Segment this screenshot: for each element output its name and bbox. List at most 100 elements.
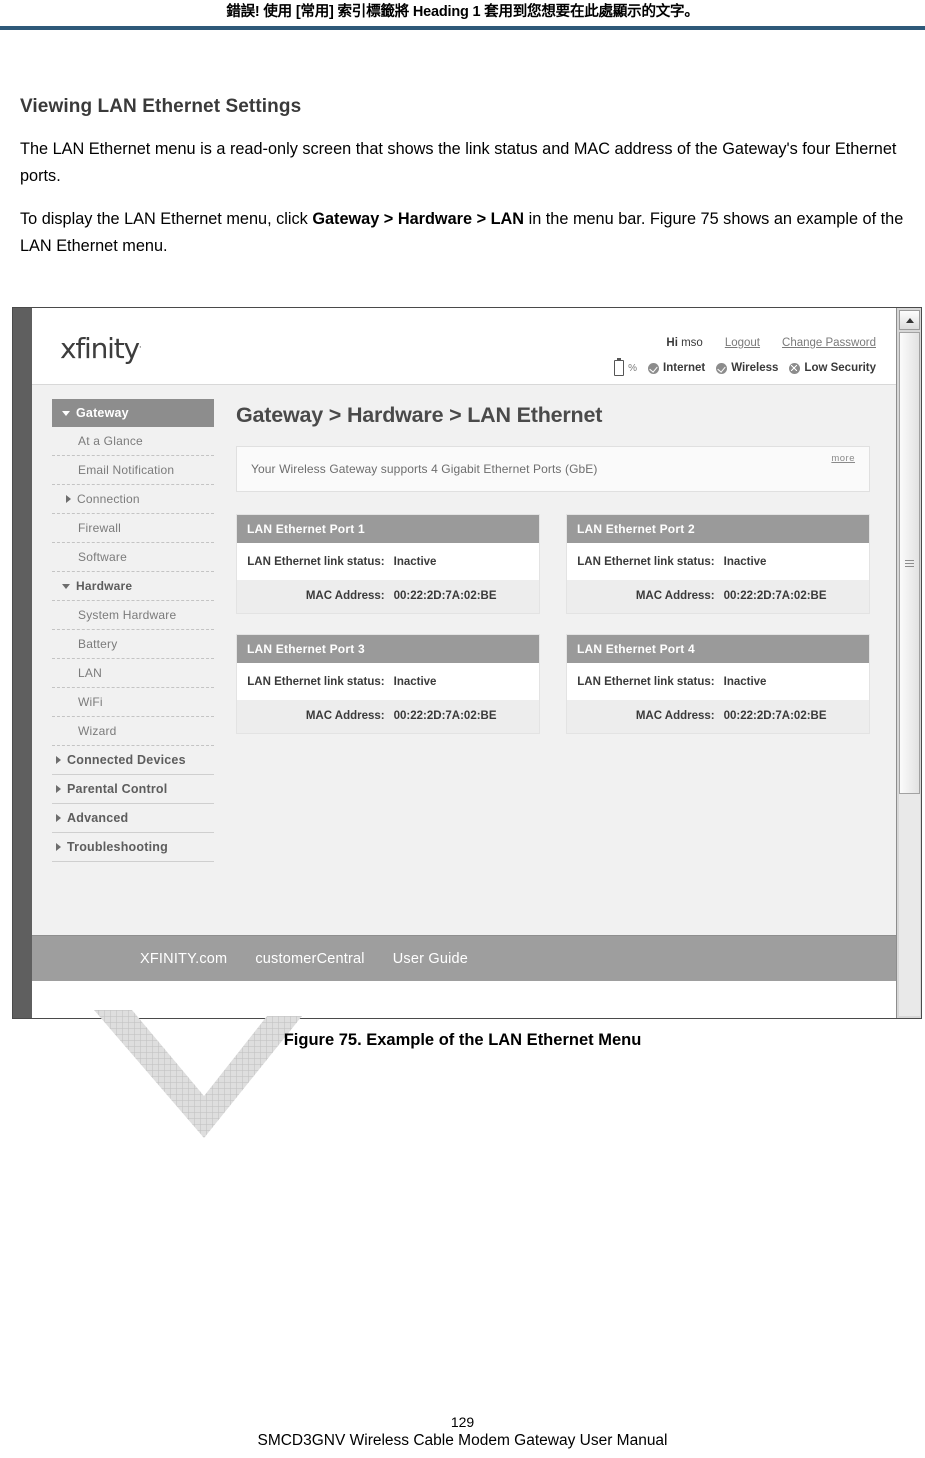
- sidebar-item-firewall[interactable]: Firewall: [52, 514, 214, 543]
- lan-port-card: LAN Ethernet Port 4 LAN Ethernet link st…: [566, 634, 870, 734]
- footer-link-xfinity-com[interactable]: XFINITY.com: [140, 951, 227, 967]
- sidebar-item-label: LAN: [78, 666, 102, 680]
- figure-caption: Figure 75. Example of the LAN Ethernet M…: [283, 1031, 642, 1049]
- sidebar-item-battery[interactable]: Battery: [52, 630, 214, 659]
- sidebar-item-label: At a Glance: [78, 434, 143, 448]
- mac-address-label: MAC Address:: [635, 590, 715, 602]
- sidebar-item-wizard[interactable]: Wizard: [52, 717, 214, 746]
- sidebar-item-label: System Hardware: [78, 608, 177, 622]
- paragraph-intro: The LAN Ethernet menu is a read-only scr…: [20, 140, 897, 185]
- sidebar-item-gateway[interactable]: Gateway: [52, 399, 214, 427]
- link-status-value: Inactive: [723, 676, 767, 688]
- menu-path-bold: Gateway > Hardware > LAN: [312, 210, 525, 228]
- figure-screenshot: xfinity. Hi mso Logout Change Password %…: [12, 307, 922, 1019]
- grip-icon: [905, 559, 914, 567]
- change-password-link[interactable]: Change Password: [782, 337, 876, 349]
- header-divider-rule: [0, 26, 925, 30]
- check-circle-icon: [648, 362, 660, 374]
- caret-right-icon: [56, 785, 61, 793]
- sidebar-nav: Gateway At a Glance Email Notification C…: [32, 385, 232, 935]
- account-links-row: Hi mso Logout Change Password: [666, 337, 876, 349]
- mac-address-row: MAC Address: 00:22:2D:7A:02:BE: [567, 580, 869, 613]
- sidebar-item-label: Connection: [77, 492, 140, 506]
- sidebar-item-software[interactable]: Software: [52, 543, 214, 572]
- scrollbar-thumb[interactable]: [899, 332, 920, 794]
- logout-link[interactable]: Logout: [725, 337, 760, 349]
- footer-link-user-guide[interactable]: User Guide: [393, 951, 468, 967]
- document-body: Viewing LAN Ethernet Settings The LAN Et…: [20, 96, 905, 276]
- mac-address-value: 00:22:2D:7A:02:BE: [723, 590, 827, 602]
- sidebar-item-system-hardware[interactable]: System Hardware: [52, 601, 214, 630]
- sidebar-item-troubleshooting[interactable]: Troubleshooting: [52, 833, 214, 862]
- status-wireless-label: Wireless: [731, 362, 779, 374]
- lan-port-card: LAN Ethernet Port 3 LAN Ethernet link st…: [236, 634, 540, 734]
- sidebar-item-advanced[interactable]: Advanced: [52, 804, 214, 833]
- lan-port-card: LAN Ethernet Port 1 LAN Ethernet link st…: [236, 514, 540, 614]
- paragraph-instructions: To display the LAN Ethernet menu, click …: [20, 206, 905, 260]
- greeting: Hi mso: [666, 337, 702, 349]
- router-footer: XFINITY.com customerCentral User Guide: [32, 935, 896, 981]
- sidebar-item-label: Firewall: [78, 521, 121, 535]
- sidebar-item-hardware[interactable]: Hardware: [52, 572, 214, 601]
- info-banner: Your Wireless Gateway supports 4 Gigabit…: [236, 446, 870, 492]
- lan-port-title: LAN Ethernet Port 2: [567, 515, 869, 543]
- status-security[interactable]: Low Security: [789, 362, 876, 374]
- link-status-label: LAN Ethernet link status:: [247, 556, 385, 568]
- mac-address-label: MAC Address:: [305, 710, 385, 722]
- link-status-row: LAN Ethernet link status: Inactive: [567, 663, 869, 700]
- battery-status: %: [614, 358, 637, 376]
- page-number: 129: [450, 1414, 475, 1430]
- caret-down-icon: [62, 583, 70, 589]
- sidebar-item-email-notification[interactable]: Email Notification: [52, 456, 214, 485]
- caret-right-icon: [56, 756, 61, 764]
- mac-address-row: MAC Address: 00:22:2D:7A:02:BE: [237, 700, 539, 733]
- vertical-scrollbar[interactable]: [896, 308, 921, 1018]
- scroll-up-button[interactable]: [899, 310, 920, 330]
- sidebar-item-label: WiFi: [78, 695, 103, 709]
- sidebar-item-wifi[interactable]: WiFi: [52, 688, 214, 717]
- page-title: Viewing LAN Ethernet Settings: [20, 96, 302, 117]
- greeting-label: Hi: [666, 337, 678, 349]
- alert-circle-icon: [789, 362, 801, 374]
- browser-left-strip: [13, 308, 32, 1018]
- logo-text: xfinity: [60, 332, 140, 365]
- logo-trademark: .: [138, 340, 142, 351]
- lan-port-card: LAN Ethernet Port 2 LAN Ethernet link st…: [566, 514, 870, 614]
- sidebar-item-parental-control[interactable]: Parental Control: [52, 775, 214, 804]
- lan-port-grid: LAN Ethernet Port 1 LAN Ethernet link st…: [236, 514, 870, 734]
- link-status-label: LAN Ethernet link status:: [247, 676, 385, 688]
- caret-down-icon: [62, 410, 70, 416]
- sidebar-item-label: Hardware: [76, 579, 133, 593]
- sidebar-item-label: Gateway: [76, 406, 129, 420]
- sidebar-item-label: Advanced: [67, 811, 129, 825]
- status-wireless[interactable]: Wireless: [716, 362, 778, 374]
- sidebar-item-label: Software: [78, 550, 127, 564]
- link-status-label: LAN Ethernet link status:: [577, 556, 715, 568]
- sidebar-item-label: Parental Control: [67, 782, 168, 796]
- mac-address-value: 00:22:2D:7A:02:BE: [393, 710, 497, 722]
- sidebar-item-label: Wizard: [78, 724, 117, 738]
- link-status-row: LAN Ethernet link status: Inactive: [567, 543, 869, 580]
- more-link[interactable]: more: [831, 453, 855, 464]
- paragraph-text-before: To display the LAN Ethernet menu, click: [20, 210, 313, 228]
- footer-link-customer-central[interactable]: customerCentral: [255, 951, 364, 967]
- mac-address-row: MAC Address: 00:22:2D:7A:02:BE: [237, 580, 539, 613]
- browser-viewport: xfinity. Hi mso Logout Change Password %…: [32, 308, 896, 1018]
- sidebar-item-lan[interactable]: LAN: [52, 659, 214, 688]
- chevron-up-icon: [905, 317, 914, 323]
- sidebar-item-connection[interactable]: Connection: [52, 485, 214, 514]
- caret-right-icon: [56, 843, 61, 851]
- greeting-username: mso: [681, 337, 703, 349]
- status-indicators-row: % Internet Wireless Low Security: [614, 358, 876, 376]
- status-internet[interactable]: Internet: [648, 362, 705, 374]
- link-status-row: LAN Ethernet link status: Inactive: [237, 543, 539, 580]
- router-body: Gateway At a Glance Email Notification C…: [32, 385, 896, 935]
- main-content: Gateway > Hardware > LAN Ethernet Your W…: [232, 385, 896, 935]
- status-internet-label: Internet: [663, 362, 706, 374]
- page-footer: 129 SMCD3GNV Wireless Cable Modem Gatewa…: [0, 1414, 925, 1450]
- link-status-value: Inactive: [393, 556, 437, 568]
- sidebar-item-at-a-glance[interactable]: At a Glance: [52, 427, 214, 456]
- mac-address-value: 00:22:2D:7A:02:BE: [723, 710, 827, 722]
- sidebar-item-connected-devices[interactable]: Connected Devices: [52, 746, 214, 775]
- scrollbar-track[interactable]: [899, 332, 920, 1016]
